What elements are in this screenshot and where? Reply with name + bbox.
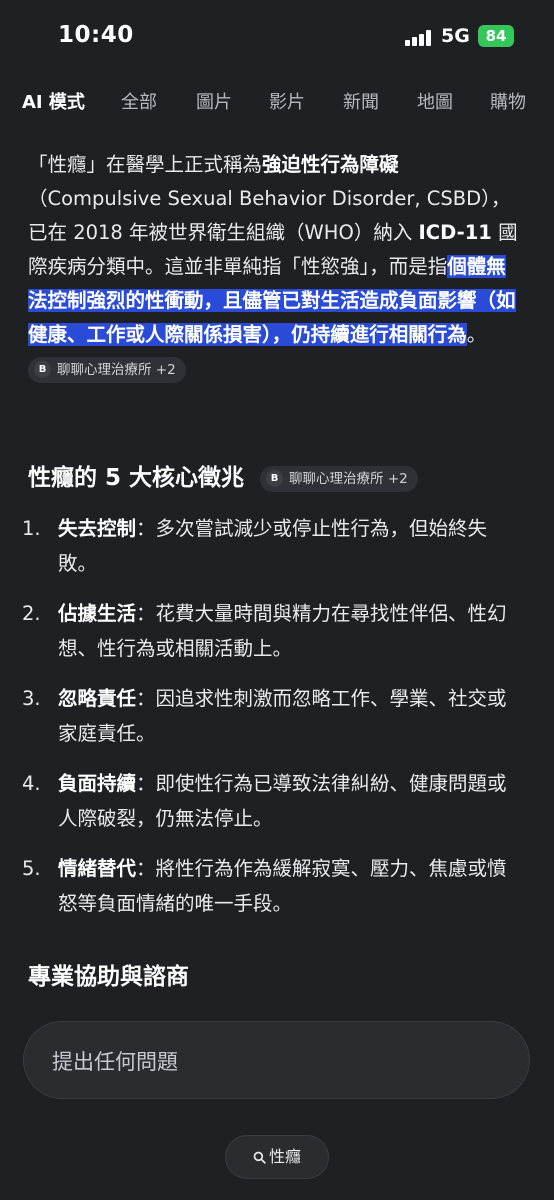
signs-source-chip[interactable]: B 聊聊心理治療所 +2 xyxy=(260,465,418,492)
query-pill-label: 性癮 xyxy=(268,1147,301,1166)
query-pill[interactable]: 性癮 xyxy=(225,1135,329,1179)
list-item-title: 負面持續 xyxy=(58,772,137,795)
list-item-title: 情緒替代 xyxy=(58,857,137,880)
tab-videos[interactable]: 影片 xyxy=(269,88,305,114)
intro-text-1: 「性癮」在醫學上正式稱為 xyxy=(28,153,263,176)
ask-input[interactable]: 提出任何問題 xyxy=(23,1021,530,1099)
intro-term: 強迫性行為障礙 xyxy=(262,153,399,176)
list-item: 2. 佔據生活：花費大量時間與精力在尋找性伴侶、性幻想、性行為或相關活動上。 xyxy=(22,596,522,666)
network-label: 5G xyxy=(441,25,470,47)
ask-placeholder: 提出任何問題 xyxy=(52,1050,178,1074)
list-item-title: 失去控制 xyxy=(58,517,137,540)
battery-level: 84 xyxy=(485,27,507,45)
signal-icon xyxy=(405,30,433,46)
list-item: 1. 失去控制：多次嘗試減少或停止性行為，但始終失敗。 xyxy=(22,511,522,581)
help-heading: 專業協助與諮商 xyxy=(28,964,189,990)
status-bar: 10:40 5G 84 xyxy=(0,0,554,70)
tab-ai-mode[interactable]: AI 模式 xyxy=(22,88,85,114)
signs-heading-text: 性癮的 5 大核心徵兆 xyxy=(28,465,245,491)
tab-images[interactable]: 圖片 xyxy=(196,88,232,114)
source-label: 聊聊心理治療所 +2 xyxy=(57,361,176,378)
list-number: 3. xyxy=(22,687,41,710)
list-number: 4. xyxy=(22,772,41,795)
list-item: 3. 忽略責任：因追求性刺激而忽略工作、學業、社交或家庭責任。 xyxy=(22,681,522,751)
signs-list: 1. 失去控制：多次嘗試減少或停止性行為，但始終失敗。 2. 佔據生活：花費大量時間… xyxy=(22,511,522,936)
intro-paragraph: 「性癮」在醫學上正式稱為強迫性行為障礙（Compulsive Sexual Be… xyxy=(28,148,518,386)
tab-maps[interactable]: 地圖 xyxy=(417,88,453,114)
list-number: 2. xyxy=(22,602,41,625)
search-icon xyxy=(253,1151,266,1164)
signs-source-logo-icon: B xyxy=(266,470,284,487)
clock: 10:40 xyxy=(58,22,134,48)
list-item-title: 忽略責任 xyxy=(58,687,137,710)
battery-icon: 84 xyxy=(478,25,514,47)
source-logo-icon: B xyxy=(34,361,51,378)
list-item: 4. 負面持續：即使性行為已導致法律糾紛、健康問題或人際破裂，仍無法停止。 xyxy=(22,766,522,836)
list-item: 5. 情緒替代：將性行為作為緩解寂寞、壓力、焦慮或憤怒等負面情緒的唯一手段。 xyxy=(22,851,522,921)
signs-source-label: 聊聊心理治療所 +2 xyxy=(289,470,408,487)
intro-icd: ICD-11 xyxy=(418,221,492,244)
answer-intro: 「性癮」在醫學上正式稱為強迫性行為障礙（Compulsive Sexual Be… xyxy=(28,148,518,386)
search-tabs: AI 模式 全部 圖片 影片 新聞 地圖 購物 xyxy=(22,88,554,118)
tab-all[interactable]: 全部 xyxy=(121,88,157,114)
list-item-title: 佔據生活 xyxy=(58,602,137,625)
intro-text-4: 。 xyxy=(466,323,487,346)
signs-heading: 性癮的 5 大核心徵兆 B 聊聊心理治療所 +2 xyxy=(28,458,418,492)
tab-shopping[interactable]: 購物 xyxy=(490,88,526,114)
source-chip[interactable]: B 聊聊心理治療所 +2 xyxy=(28,356,186,383)
list-number: 5. xyxy=(22,857,41,880)
list-number: 1. xyxy=(22,517,41,540)
tab-news[interactable]: 新聞 xyxy=(343,88,379,114)
